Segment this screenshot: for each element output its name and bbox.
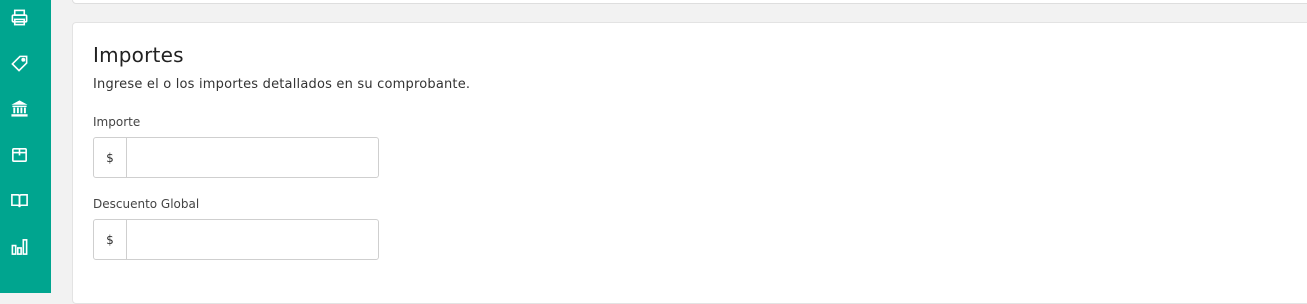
descuento-global-input-group: $ bbox=[93, 219, 379, 260]
currency-prefix: $ bbox=[94, 138, 127, 177]
sidebar bbox=[0, 0, 51, 293]
importe-input-group: $ bbox=[93, 137, 379, 178]
bar-chart-icon[interactable] bbox=[8, 235, 30, 257]
box-icon[interactable] bbox=[8, 143, 30, 165]
descuento-global-input[interactable] bbox=[127, 220, 378, 259]
descuento-global-label: Descuento Global bbox=[93, 197, 200, 211]
importe-label: Importe bbox=[93, 115, 141, 129]
currency-prefix: $ bbox=[94, 220, 127, 259]
previous-card bbox=[72, 0, 1307, 4]
section-description: Ingrese el o los importes detallados en … bbox=[93, 77, 471, 92]
tag-icon[interactable] bbox=[8, 52, 30, 74]
printer-icon[interactable] bbox=[8, 6, 30, 28]
section-title: Importes bbox=[93, 43, 184, 67]
importes-card: Importes Ingrese el o los importes detal… bbox=[72, 22, 1307, 304]
book-icon[interactable] bbox=[8, 189, 30, 211]
bank-icon[interactable] bbox=[8, 97, 30, 119]
importe-input[interactable] bbox=[127, 138, 378, 177]
